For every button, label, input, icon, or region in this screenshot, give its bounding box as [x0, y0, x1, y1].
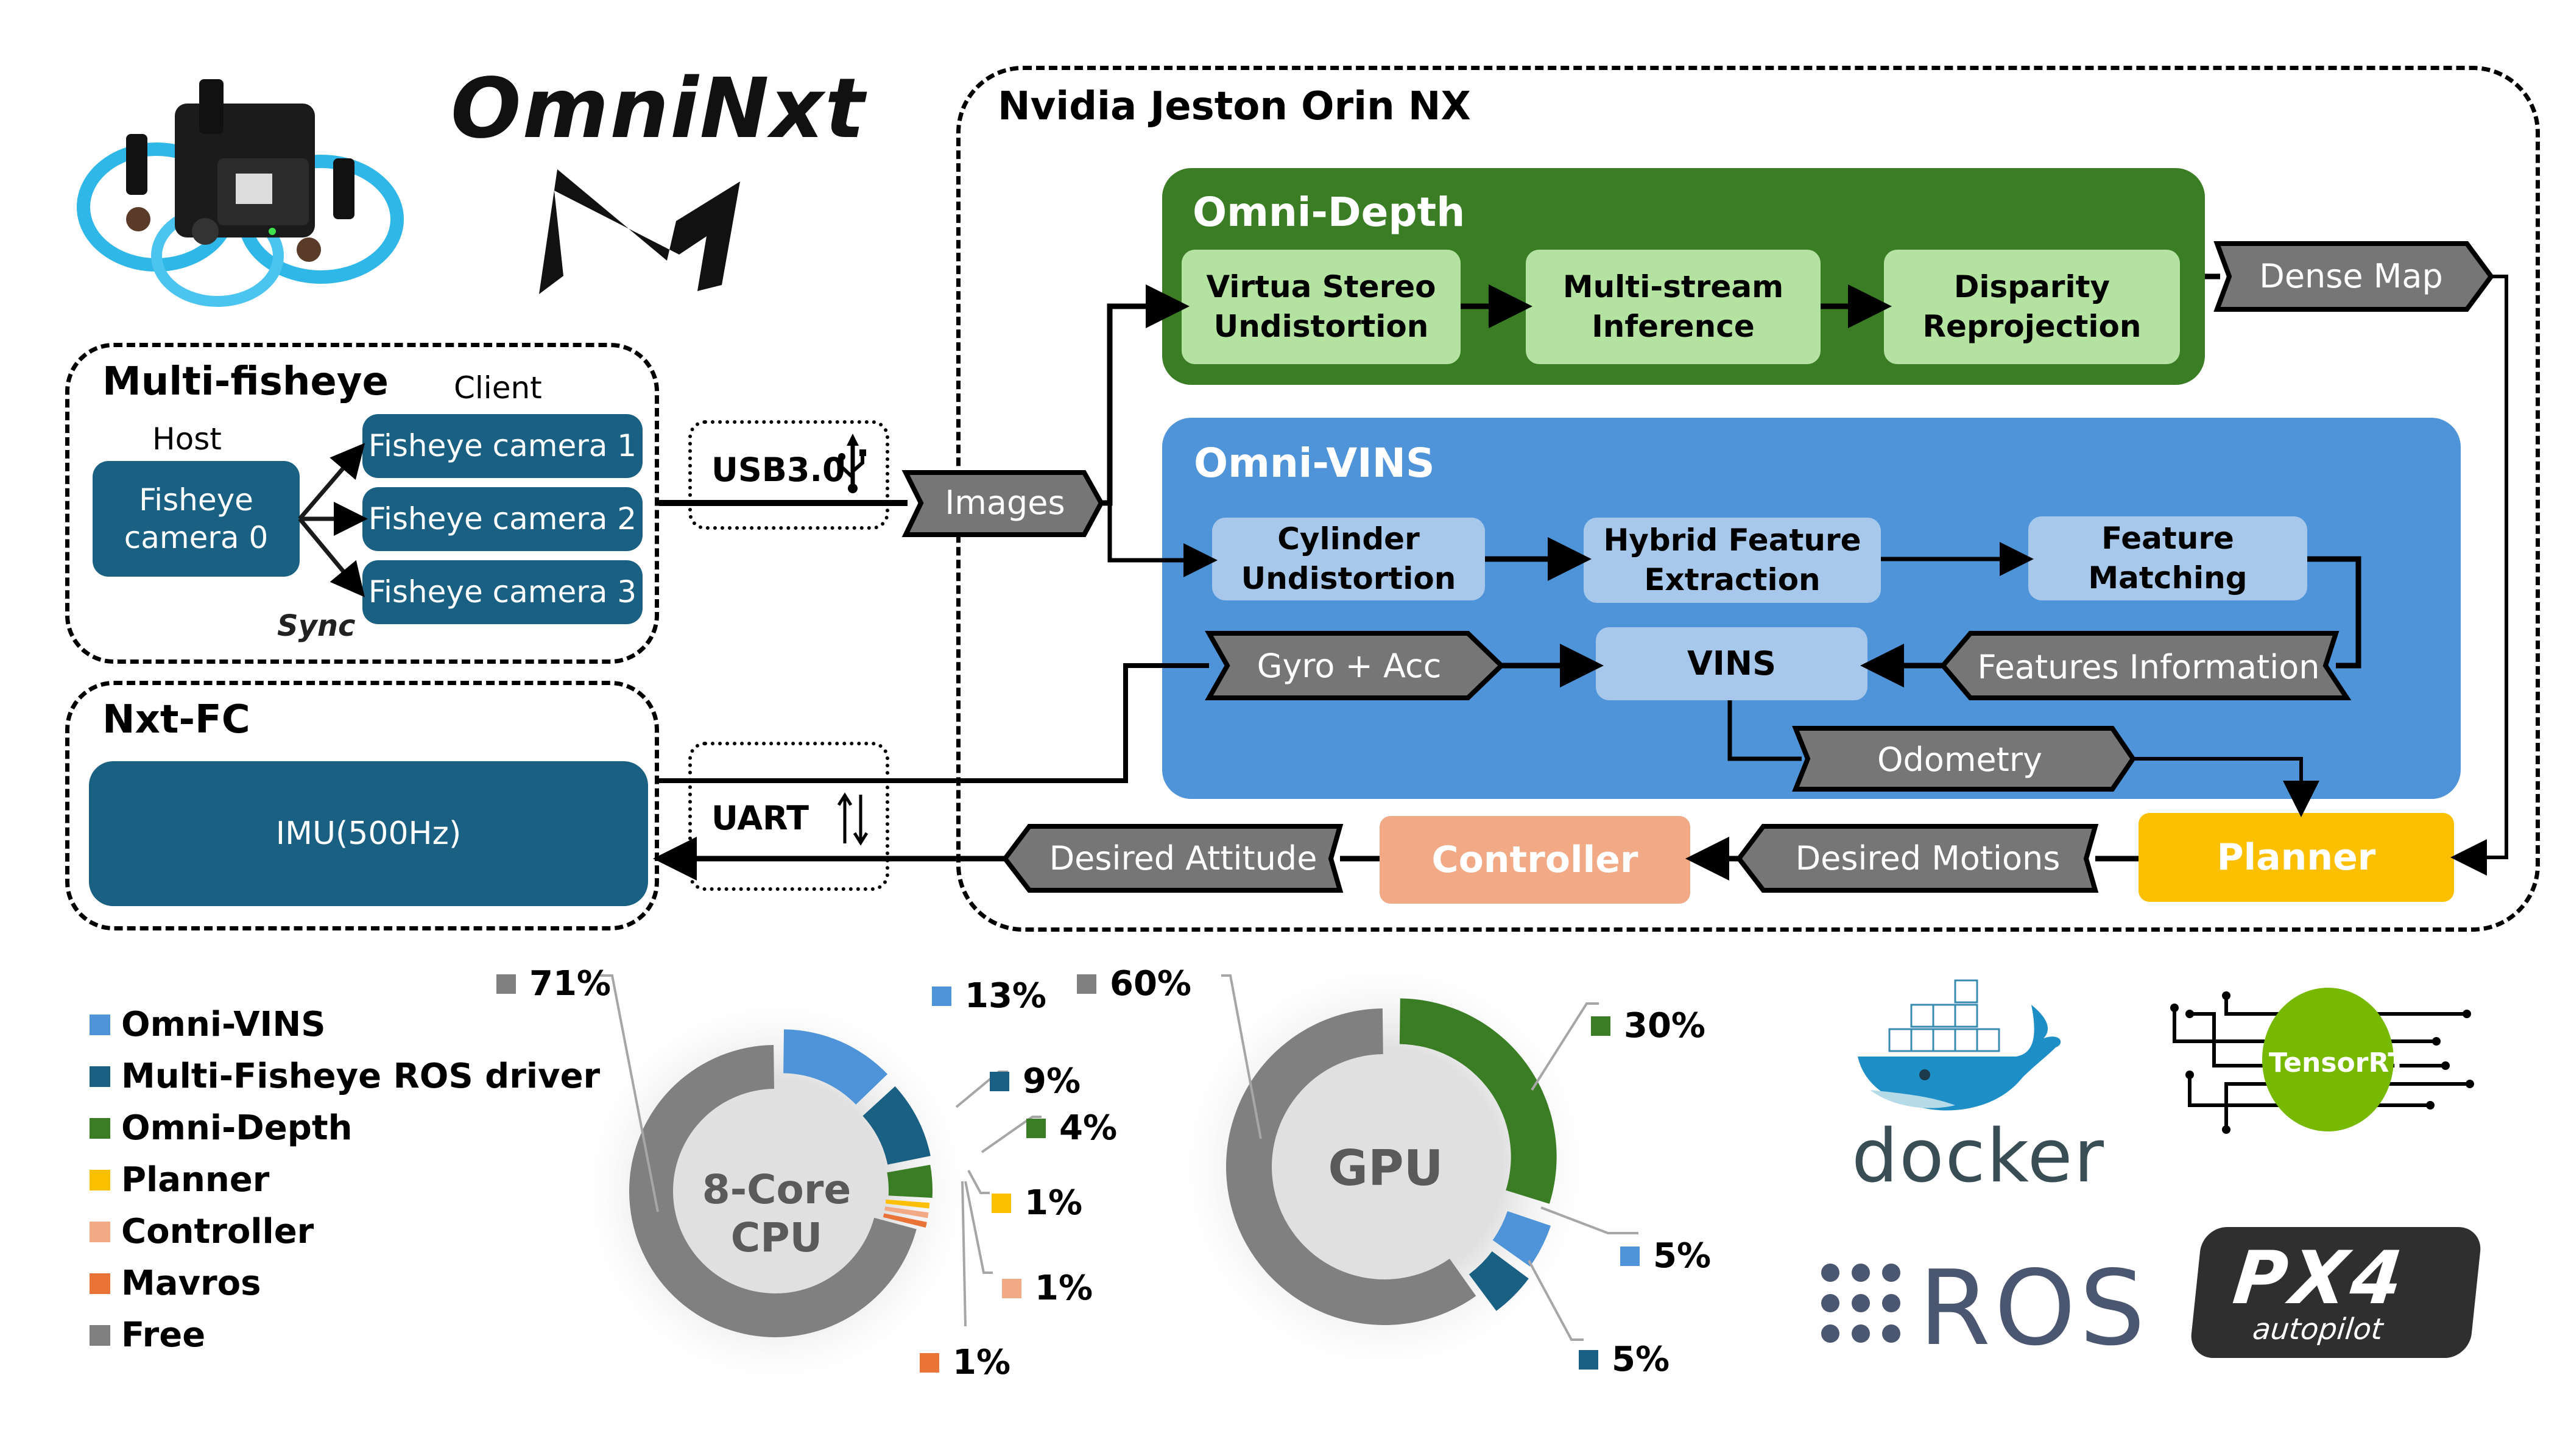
data-label: 30%	[1624, 1006, 1706, 1046]
data-label-swatch	[1077, 974, 1096, 994]
docker-whale-icon	[1858, 979, 2061, 1111]
data-label-swatch	[1620, 1246, 1640, 1266]
cpu-label-planner: 1%	[992, 1183, 1082, 1223]
tensorrt-wordmark: TensorRT	[2269, 1047, 2407, 1078]
dense-map-to-planner	[2450, 275, 2508, 876]
docker-wordmark: docker	[1852, 1114, 2105, 1199]
data-label-swatch	[932, 986, 951, 1006]
gyro-acc-tag: Gyro + Acc	[1257, 646, 1442, 685]
px4-wordmark: PX4	[2229, 1236, 2410, 1321]
cpu-label-omni-vins: 13%	[932, 976, 1046, 1016]
images-tag: Images	[945, 483, 1065, 522]
data-label: 5%	[1653, 1236, 1712, 1276]
data-label: 60%	[1110, 964, 1192, 1004]
data-label-swatch	[990, 1071, 1009, 1091]
gpu-center-label: GPU	[1285, 1140, 1486, 1197]
cpu-label-mavros: 1%	[920, 1343, 1010, 1382]
data-label: 4%	[1059, 1108, 1118, 1148]
dense-map-tag: Dense Map	[2259, 256, 2443, 295]
ros-wordmark: ROS	[1919, 1248, 2149, 1369]
odometry-tag: Odometry	[1877, 740, 2042, 779]
data-label: 13%	[965, 976, 1047, 1016]
cpu-center-label: 8-Core CPU	[694, 1117, 859, 1262]
ros-logo: ROS	[1812, 1248, 2153, 1369]
data-label: 9%	[1023, 1061, 1081, 1101]
donut-charts	[574, 954, 1638, 1392]
sync-arrow-1	[298, 443, 365, 521]
desired-attitude-tag: Desired Attitude	[1049, 839, 1317, 877]
data-label-swatch	[1002, 1278, 1021, 1298]
images-to-depth	[1099, 284, 1190, 506]
data-label: 5%	[1612, 1340, 1670, 1379]
tensorrt-logo: TensorRT	[2150, 980, 2491, 1139]
data-label: 71%	[529, 964, 612, 1004]
px4-logo: PX4 autopilot	[2188, 1227, 2483, 1358]
flow-connectors	[298, 241, 2508, 893]
cpu-label-omni-depth: 4%	[1026, 1108, 1117, 1148]
data-label-swatch	[1026, 1118, 1046, 1138]
data-label-swatch	[1591, 1016, 1610, 1036]
gpu-label-omni-depth: 30%	[1591, 1006, 1705, 1046]
features-information-tag: Features Information	[1977, 647, 2320, 686]
data-label-swatch	[496, 974, 516, 994]
desired-motions-tag: Desired Motions	[1795, 839, 2061, 877]
data-label-swatch	[992, 1193, 1011, 1213]
vins-to-odometry	[1727, 700, 1802, 761]
cpu-center-label-text: 8-Core CPU	[702, 1166, 852, 1262]
px4-autopilot-wordmark: autopilot	[2251, 1312, 2385, 1346]
gpu-label-free: 60%	[1077, 964, 1191, 1004]
ros-dots-icon	[1821, 1264, 1900, 1343]
data-label: 1%	[1035, 1268, 1093, 1308]
cpu-label-driver: 9%	[990, 1061, 1081, 1101]
cpu-label-free: 71%	[496, 964, 611, 1004]
gpu-label-omni-vins: 5%	[1620, 1236, 1711, 1276]
images-to-vins	[1107, 503, 1218, 577]
data-label-swatch	[920, 1352, 939, 1373]
docker-logo: docker	[1833, 968, 2104, 1199]
cpu-label-controller: 1%	[1002, 1268, 1093, 1308]
sync-arrow-3	[298, 517, 365, 597]
data-label: 1%	[1024, 1183, 1083, 1223]
odometry-to-planner	[2132, 757, 2319, 817]
gpu-label-driver: 5%	[1579, 1340, 1670, 1379]
data-label: 1%	[953, 1343, 1011, 1382]
imu-to-gyro	[659, 663, 1209, 783]
data-label-swatch	[1579, 1349, 1598, 1370]
gpu-center-label-text: GPU	[1328, 1140, 1444, 1197]
